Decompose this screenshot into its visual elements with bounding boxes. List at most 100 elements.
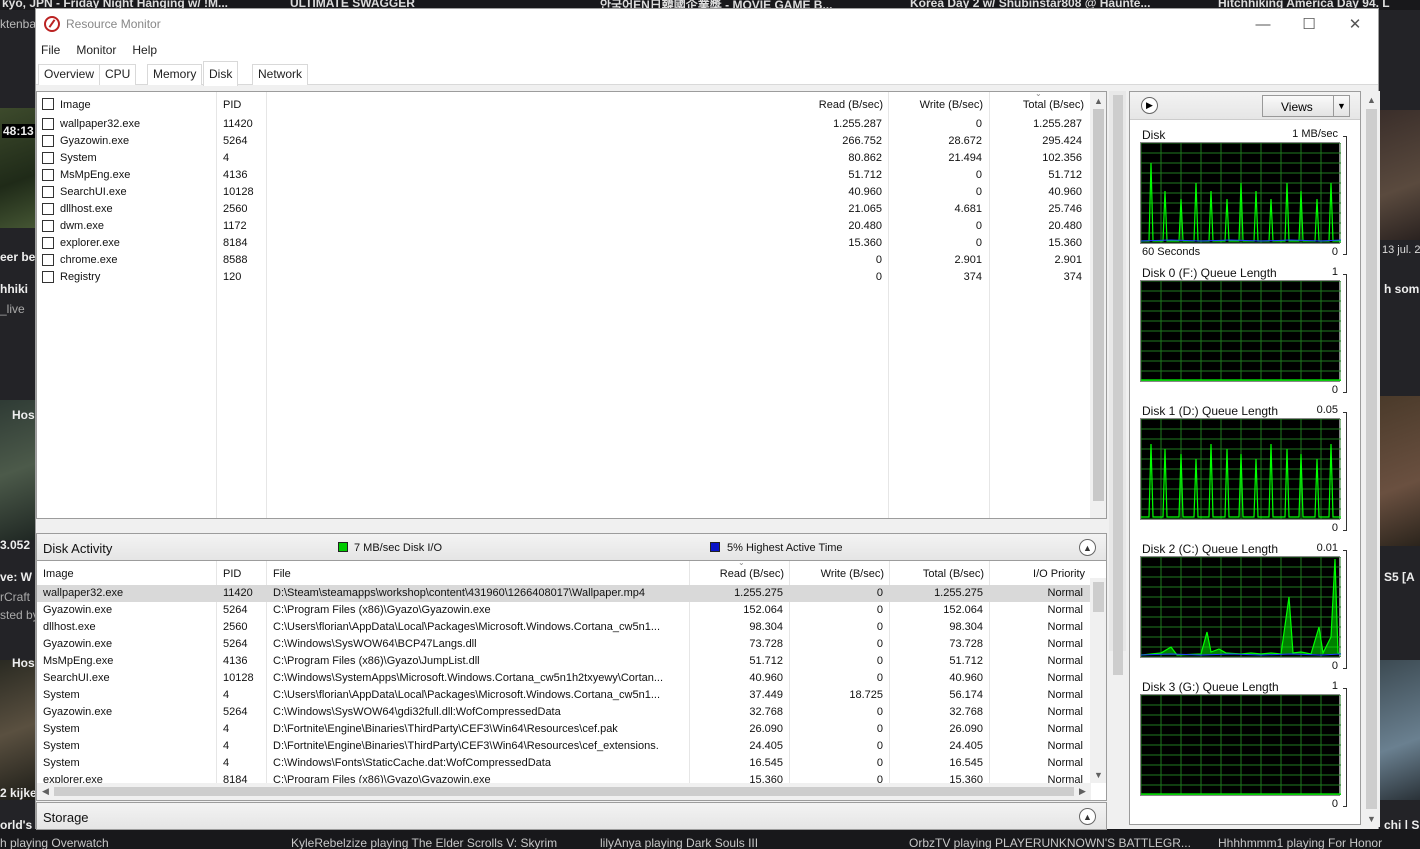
title-bar[interactable]: Resource Monitor — ☐ ✕ (36, 9, 1378, 39)
scrollbar-thumb[interactable] (1093, 109, 1104, 501)
column-header-read[interactable]: Read (B/sec) (689, 568, 784, 580)
process-table-scrollbar[interactable]: ▲ (1090, 92, 1106, 518)
expand-chevron-right-icon[interactable]: ▶ (1141, 97, 1158, 114)
tab-cpu[interactable]: CPU (99, 64, 137, 85)
collapse-chevron-up-icon[interactable]: ▲ (1079, 539, 1096, 556)
row-checkbox[interactable] (42, 169, 54, 181)
table-row[interactable]: dllhost.exe 2560 21.065 4.681 25.746 (37, 201, 1091, 218)
table-row[interactable]: wallpaper32.exe 11420 D:\Steam\steamapps\w… (37, 585, 1091, 602)
column-header-pid[interactable]: PID (223, 99, 241, 111)
cell-read: 32.768 (749, 706, 783, 718)
menu-file[interactable]: File (41, 43, 60, 57)
cell-read: 37.449 (749, 689, 783, 701)
column-header-total[interactable]: Total (B/sec) (994, 99, 1084, 111)
cell-image: dllhost.exe (60, 203, 113, 215)
process-rows: wallpaper32.exe 11420 1.255.287 0 1.255.287 G… (37, 116, 1091, 286)
cell-io-priority: Normal (1047, 757, 1083, 769)
table-row[interactable]: chrome.exe 8588 0 2.901 2.901 (37, 252, 1091, 269)
table-row[interactable]: System 4 D:\Fortnite\Engine\Binaries\Third… (37, 721, 1091, 738)
row-checkbox[interactable] (42, 135, 54, 147)
row-checkbox[interactable] (42, 203, 54, 215)
main-scrollbar[interactable] (1109, 91, 1126, 675)
column-header-total[interactable]: Total (B/sec) (889, 568, 984, 580)
scroll-down-icon[interactable]: ▼ (1090, 766, 1106, 783)
disk-activity-header[interactable]: Disk Activity 7 MB/sec Disk I/O 5% Highe… (36, 533, 1107, 561)
scroll-down-icon[interactable]: ▼ (1363, 810, 1380, 827)
minimize-button[interactable]: — (1240, 9, 1286, 39)
row-checkbox[interactable] (42, 152, 54, 164)
disk-activity-horizontal-scrollbar[interactable]: ◀ ▶ (37, 783, 1091, 800)
row-checkbox[interactable] (42, 186, 54, 198)
column-header-image[interactable]: Image (60, 99, 91, 111)
row-checkbox[interactable] (42, 254, 54, 266)
table-row[interactable]: System 4 80.862 21.494 102.356 (37, 150, 1091, 167)
main-scrollbar-thumb[interactable] (1113, 95, 1123, 675)
table-row[interactable]: explorer.exe 8184 15.360 0 15.360 (37, 235, 1091, 252)
menu-help[interactable]: Help (132, 43, 157, 57)
disk-activity-scrollbar[interactable]: ▼ (1090, 578, 1106, 783)
graph-min-value: 0 (1331, 384, 1338, 396)
tab-memory[interactable]: Memory (147, 64, 203, 85)
table-row[interactable]: SearchUI.exe 10128 40.960 0 40.960 (37, 184, 1091, 201)
cell-total: 40.960 (949, 672, 983, 684)
table-row[interactable]: System 4 C:\Windows\Fonts\StaticCache.dat:… (37, 755, 1091, 772)
row-checkbox[interactable] (42, 237, 54, 249)
cell-pid: 10128 (223, 672, 254, 684)
column-header-io-priority[interactable]: I/O Priority (989, 568, 1085, 580)
column-header-read[interactable]: Read (B/sec) (737, 99, 883, 111)
maximize-button[interactable]: ☐ (1286, 9, 1332, 39)
views-button[interactable]: Views ▼ (1262, 95, 1350, 117)
column-header-pid[interactable]: PID (223, 568, 241, 580)
row-checkbox[interactable] (42, 271, 54, 283)
background-text: 2 kijke (0, 786, 35, 800)
select-all-checkbox[interactable] (42, 98, 54, 110)
collapse-chevron-up-icon[interactable]: ▲ (1079, 808, 1096, 825)
views-label: Views (1281, 100, 1313, 114)
table-row[interactable]: MsMpEng.exe 4136 51.712 0 51.712 (37, 167, 1091, 184)
column-header-write[interactable]: Write (B/sec) (789, 568, 884, 580)
table-row[interactable]: dllhost.exe 2560 C:\Users\florian\AppData\… (37, 619, 1091, 636)
table-row[interactable]: Gyazowin.exe 5264 266.752 28.672 295.424 (37, 133, 1091, 150)
row-checkbox[interactable] (42, 118, 54, 130)
cell-read: 26.090 (749, 723, 783, 735)
cell-read: 40.960 (749, 672, 783, 684)
table-row[interactable]: SearchUI.exe 10128 C:\Windows\SystemApps\M… (37, 670, 1091, 687)
scrollbar-thumb[interactable] (1093, 582, 1104, 612)
scroll-left-icon[interactable]: ◀ (37, 783, 54, 800)
tab-disk[interactable]: Disk (203, 61, 239, 86)
column-header-write[interactable]: Write (B/sec) (893, 99, 983, 111)
table-row[interactable]: Gyazowin.exe 5264 C:\Windows\SysWOW64\gdi3… (37, 704, 1091, 721)
close-button[interactable]: ✕ (1332, 9, 1378, 39)
table-row[interactable]: explorer.exe 8184 C:\Program Files (x86)\G… (37, 772, 1091, 783)
background-stream-subtitle: lilyAnya playing Dark Souls III (600, 836, 759, 849)
cell-write: 0 (876, 672, 883, 684)
table-row[interactable]: System 4 D:\Fortnite\Engine\Binaries\Third… (37, 738, 1091, 755)
table-row[interactable]: Gyazowin.exe 5264 C:\Windows\SysWOW64\BCP4… (37, 636, 1091, 653)
process-table: Image PID Read (B/sec) Write (B/sec) Tot… (37, 92, 1091, 518)
table-row[interactable]: dwm.exe 1172 20.480 0 20.480 (37, 218, 1091, 235)
scroll-up-icon[interactable]: ▲ (1090, 92, 1106, 109)
menu-monitor[interactable]: Monitor (76, 43, 116, 57)
storage-header[interactable]: Storage ▲ (36, 802, 1107, 830)
dropdown-arrow-icon[interactable]: ▼ (1333, 96, 1349, 116)
graph-c: Disk 2 (C:) Queue Length 0.01 0 (1140, 542, 1350, 680)
scrollbar-thumb[interactable] (1366, 109, 1377, 809)
scroll-up-icon[interactable]: ▲ (1363, 91, 1380, 108)
graphs-scrollbar[interactable]: ▲ ▼ (1363, 91, 1380, 827)
table-row[interactable]: MsMpEng.exe 4136 C:\Program Files (x86)\Gy… (37, 653, 1091, 670)
cell-image: SearchUI.exe (43, 672, 110, 684)
disk-activity-title: Disk Activity (43, 541, 113, 556)
cell-io-priority: Normal (1047, 655, 1083, 667)
column-header-image[interactable]: Image (43, 568, 74, 580)
tab-network[interactable]: Network (252, 64, 309, 85)
scrollbar-thumb[interactable] (54, 787, 1074, 796)
column-header-file[interactable]: File (273, 568, 291, 580)
table-row[interactable]: wallpaper32.exe 11420 1.255.287 0 1.255.287 (37, 116, 1091, 133)
scroll-right-icon[interactable]: ▶ (1074, 783, 1091, 800)
cell-file: C:\Program Files (x86)\Gyazo\Gyazowin.ex… (273, 774, 491, 783)
row-checkbox[interactable] (42, 220, 54, 232)
tab-overview[interactable]: Overview (38, 64, 101, 85)
table-row[interactable]: System 4 C:\Users\florian\AppData\Local\Pa… (37, 687, 1091, 704)
table-row[interactable]: Gyazowin.exe 5264 C:\Program Files (x86)\G… (37, 602, 1091, 619)
table-row[interactable]: Registry 120 0 374 374 (37, 269, 1091, 286)
